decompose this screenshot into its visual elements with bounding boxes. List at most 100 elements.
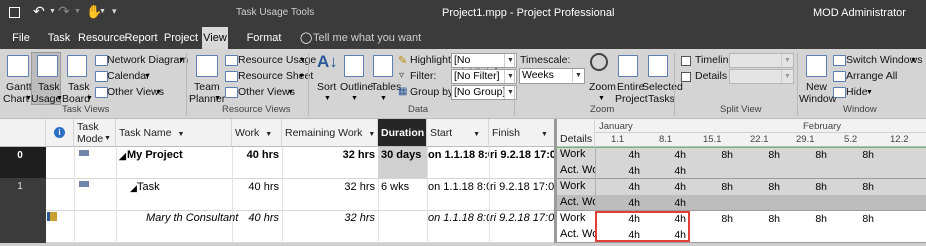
zoom-dropdown-icon[interactable]: ▼ bbox=[598, 95, 605, 102]
work-cell[interactable]: 40 hrs bbox=[232, 212, 282, 224]
work-column-header[interactable]: Work ▼ bbox=[232, 119, 282, 147]
details-view-select[interactable]: ▼ bbox=[729, 69, 794, 84]
timephased-cell[interactable]: 8h bbox=[828, 181, 874, 193]
user-name[interactable]: MOD Administrator bbox=[813, 7, 906, 19]
sort-dropdown-icon[interactable]: ▼ bbox=[324, 95, 331, 102]
resource-sheet-dropdown-icon[interactable]: ▼ bbox=[298, 73, 305, 80]
duration-column-header[interactable]: Duration ▼ bbox=[378, 119, 436, 147]
timescale-select[interactable]: Weeks ▼ bbox=[519, 68, 585, 84]
assignment-name-cell[interactable]: Mary th Consultant bbox=[143, 212, 241, 224]
finish-cell[interactable]: ri 9.2.18 17:00 bbox=[489, 149, 556, 161]
chevron-down-icon[interactable]: ▼ bbox=[368, 131, 375, 138]
calendar-dropdown-icon[interactable]: ▼ bbox=[144, 73, 151, 80]
task-name-column-header[interactable]: Task Name ▼ bbox=[116, 119, 232, 147]
timeline-checkbox[interactable] bbox=[681, 56, 691, 66]
outline-button[interactable]: Outline bbox=[340, 81, 373, 93]
task-name-cell[interactable]: Task bbox=[134, 181, 163, 193]
other-task-views-dropdown-icon[interactable]: ▼ bbox=[155, 89, 162, 96]
tab-view[interactable]: View bbox=[202, 27, 228, 49]
switch-windows-dropdown-icon[interactable]: ▼ bbox=[910, 57, 917, 64]
tab-project[interactable]: Project bbox=[163, 27, 199, 49]
timephased-cell[interactable]: 4h bbox=[596, 165, 640, 177]
tell-me-search[interactable]: Tell me what you want to do bbox=[313, 27, 423, 66]
tab-file[interactable]: File bbox=[8, 27, 34, 49]
work-cell[interactable]: 40 hrs bbox=[232, 149, 282, 161]
group-by-select[interactable]: [No Group] ▼ bbox=[451, 85, 517, 100]
timephased-cell[interactable]: 4h bbox=[641, 181, 686, 193]
arrange-all-button[interactable]: Arrange All bbox=[846, 70, 897, 82]
timephased-cell[interactable]: 4h bbox=[641, 165, 686, 177]
team-planner-button-line1[interactable]: Team bbox=[194, 81, 220, 93]
resource-usage-dropdown-icon[interactable]: ▼ bbox=[299, 57, 306, 64]
tab-task[interactable]: Task bbox=[46, 27, 72, 49]
filter-select[interactable]: [No Filter] ▼ bbox=[451, 69, 517, 84]
timephased-cell[interactable]: 4h bbox=[641, 149, 686, 161]
duration-cell[interactable]: 30 days bbox=[378, 149, 427, 161]
hide-button[interactable]: Hide bbox=[846, 86, 868, 98]
other-resource-views-dropdown-icon[interactable]: ▼ bbox=[287, 89, 294, 96]
chevron-down-icon[interactable]: ▼ bbox=[781, 70, 793, 83]
customize-qat-icon[interactable]: ▾ bbox=[112, 6, 117, 17]
gantt-chart-button-line1[interactable]: Gantt bbox=[6, 81, 32, 93]
finish-cell[interactable]: ri 9.2.18 17:00 bbox=[489, 181, 556, 193]
timephased-cell[interactable]: 8h bbox=[734, 181, 780, 193]
finish-column-header[interactable]: Finish ▼ bbox=[489, 119, 555, 147]
details-column-header[interactable]: Details bbox=[557, 119, 595, 147]
network-diagram-button[interactable]: Network Diagram bbox=[107, 54, 188, 66]
chevron-down-icon[interactable]: ▼ bbox=[473, 131, 480, 138]
timephased-cell[interactable]: 4h bbox=[596, 149, 640, 161]
work-cell[interactable]: 40 hrs bbox=[232, 181, 282, 193]
zoom-button[interactable]: Zoom bbox=[589, 81, 616, 93]
sort-button[interactable]: Sort bbox=[317, 81, 336, 93]
selected-tasks-button-line1[interactable]: Selected bbox=[642, 81, 683, 93]
new-window-button-line1[interactable]: New bbox=[806, 81, 827, 93]
timephased-cell[interactable]: 8h bbox=[687, 181, 733, 193]
entire-project-button-line2[interactable]: Project bbox=[615, 93, 648, 105]
timephased-cell[interactable]: 8h bbox=[734, 149, 780, 161]
timephased-cell[interactable]: 8h bbox=[828, 149, 874, 161]
remaining-work-column-header[interactable]: Remaining Work ▼ bbox=[282, 119, 378, 147]
task-mode-column-header[interactable]: Task Mode ▼ bbox=[74, 119, 116, 147]
timephased-cell[interactable]: 4h bbox=[596, 197, 640, 209]
task-board-button-line1[interactable]: Task bbox=[68, 81, 90, 93]
selected-tasks-button-line2[interactable]: Tasks bbox=[648, 93, 675, 105]
timephased-cell[interactable]: 8h bbox=[781, 181, 827, 193]
finish-cell[interactable]: ri 9.2.18 17:00 bbox=[489, 212, 556, 224]
timephased-cell[interactable]: 8h bbox=[828, 213, 874, 225]
chevron-down-icon[interactable]: ▼ bbox=[265, 131, 272, 138]
remaining-work-cell[interactable]: 32 hrs bbox=[282, 181, 378, 193]
chevron-down-icon[interactable]: ▼ bbox=[781, 54, 793, 67]
chevron-down-icon[interactable]: ▼ bbox=[572, 69, 584, 82]
start-cell[interactable]: on 1.1.18 8:00 bbox=[427, 212, 489, 224]
chevron-down-icon[interactable]: ▼ bbox=[541, 131, 548, 138]
timephased-cell[interactable]: 4h bbox=[641, 197, 686, 209]
indicators-column-header[interactable]: i bbox=[46, 119, 74, 147]
outline-dropdown-icon[interactable]: ▼ bbox=[351, 95, 358, 102]
hide-dropdown-icon[interactable]: ▼ bbox=[866, 89, 873, 96]
start-cell[interactable]: on 1.1.18 8:00 bbox=[427, 181, 489, 193]
tables-dropdown-icon[interactable]: ▼ bbox=[380, 95, 387, 102]
undo-icon[interactable]: ↶ bbox=[33, 3, 45, 20]
new-window-button-line2[interactable]: Window bbox=[799, 93, 836, 105]
task-name-cell[interactable]: My Project bbox=[124, 149, 186, 161]
timephased-cell[interactable]: 4h bbox=[596, 181, 640, 193]
team-planner-dropdown-icon[interactable]: ▼ bbox=[214, 95, 221, 102]
timephased-cell[interactable]: 8h bbox=[734, 213, 780, 225]
highlight-select[interactable]: [No Highlight] ▼ bbox=[451, 53, 517, 79]
save-icon[interactable] bbox=[9, 7, 20, 18]
entire-project-button-line1[interactable]: Entire bbox=[617, 81, 644, 93]
timephased-cell[interactable]: 8h bbox=[781, 149, 827, 161]
start-column-header[interactable]: Start ▼ bbox=[427, 119, 489, 147]
select-all-corner[interactable] bbox=[0, 119, 46, 147]
task-board-dropdown-icon[interactable]: ▼ bbox=[86, 95, 93, 102]
timeline-view-select[interactable]: ▼ bbox=[729, 53, 794, 68]
touch-dropdown-icon[interactable]: ▼ bbox=[99, 8, 106, 15]
timephased-cell[interactable]: 8h bbox=[687, 149, 733, 161]
undo-dropdown-icon[interactable]: ▼ bbox=[49, 8, 56, 15]
remaining-work-cell[interactable]: 32 hrs bbox=[282, 212, 378, 224]
tab-resource[interactable]: Resource bbox=[78, 27, 125, 49]
tab-report[interactable]: Report bbox=[124, 27, 158, 49]
duration-cell[interactable]: 6 wks bbox=[378, 181, 427, 193]
network-diagram-dropdown-icon[interactable]: ▼ bbox=[178, 57, 185, 64]
tables-button[interactable]: Tables bbox=[371, 81, 401, 93]
